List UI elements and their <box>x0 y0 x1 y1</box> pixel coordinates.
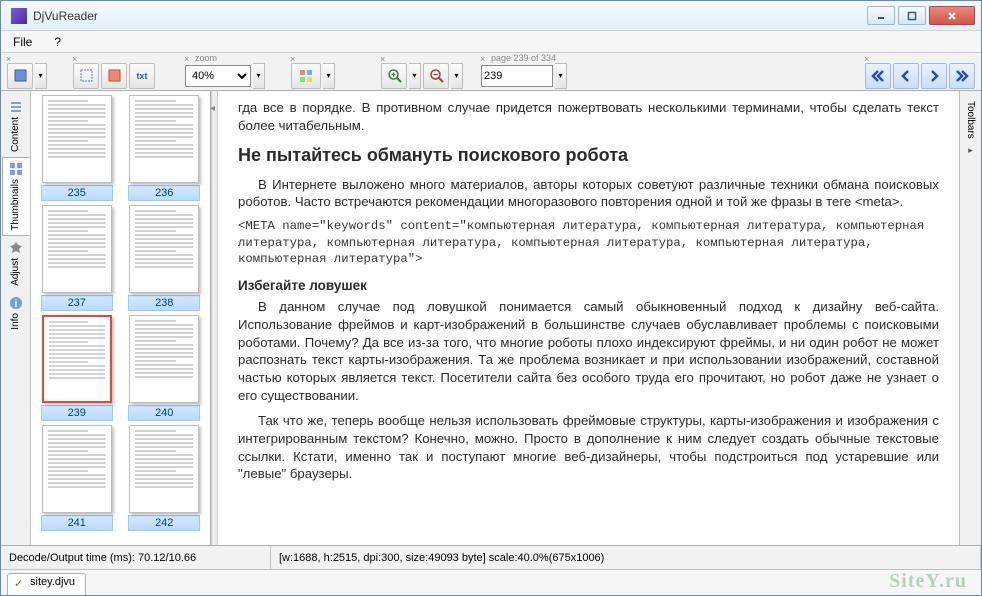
watermark: SiteY.ru <box>889 570 967 593</box>
heading-3: Избегайте ловушек <box>238 278 939 293</box>
page-of-label: page 239 of 334 <box>491 53 556 63</box>
thumbnail-page-image <box>42 315 112 403</box>
thumbnail-item[interactable]: 239 <box>35 315 119 421</box>
mode-toggle-button[interactable] <box>7 63 33 89</box>
thumbnail-page-image <box>42 95 112 183</box>
fragment-text: гда все в порядке. В противном случае пр… <box>238 99 939 135</box>
adjust-icon <box>9 241 23 255</box>
status-page-info: [w:1688, h:2515, dpi:300, size:49093 byt… <box>271 546 981 569</box>
thumbnail-page-number: 239 <box>41 405 113 421</box>
thumbnail-item[interactable]: 238 <box>123 205 207 311</box>
toolbars-arrow-icon: ▸ <box>968 145 973 156</box>
info-icon: i <box>9 296 23 310</box>
thumbnail-page-number: 237 <box>41 295 113 311</box>
page-dropdown[interactable]: ▾ <box>555 63 567 89</box>
document-view[interactable]: гда все в порядке. В противном случае пр… <box>218 91 959 545</box>
thumbnails-panel[interactable]: 235 236 237 238 239 240 241 242 <box>31 91 211 545</box>
menu-file[interactable]: File <box>7 33 38 51</box>
document-tab[interactable]: sitey.djvu <box>7 573 86 595</box>
thumbnail-page-number: 241 <box>41 515 113 531</box>
close-button[interactable] <box>929 6 975 25</box>
thumbnail-item[interactable]: 237 <box>35 205 119 311</box>
nav-first-button[interactable] <box>865 63 891 89</box>
thumbnail-page-image <box>129 425 199 513</box>
thumbnail-page-number: 242 <box>128 515 200 531</box>
thumbnail-page-number: 236 <box>128 185 200 201</box>
thumbnails-icon <box>9 162 23 176</box>
thumbnail-page-image <box>42 425 112 513</box>
zoom-label: zoom <box>195 53 217 63</box>
zoom-select[interactable]: 40% <box>185 65 251 87</box>
thumbnail-item[interactable]: 240 <box>123 315 207 421</box>
sidetab-content[interactable]: Content <box>2 95 30 157</box>
zoom-out-button[interactable] <box>423 63 449 89</box>
sidetab-adjust[interactable]: Adjust <box>2 236 30 291</box>
minimize-button[interactable] <box>867 6 895 25</box>
code-block: <META name="keywords" content="компьютер… <box>238 218 939 268</box>
thumbnail-item[interactable]: 241 <box>35 425 119 531</box>
layout-dropdown[interactable]: ▾ <box>323 63 335 89</box>
content-icon <box>9 100 23 114</box>
vertical-splitter[interactable] <box>211 91 218 545</box>
thumbnail-page-number: 240 <box>128 405 200 421</box>
toolbar: ▾ txt zoom 40% ▾ ▾ ▾ ▾ page 239 of 334 ▾ <box>1 53 981 91</box>
select-tool-button[interactable] <box>73 63 99 89</box>
thumbnail-item[interactable]: 236 <box>123 95 207 201</box>
page-content: гда все в порядке. В противном случае пр… <box>218 91 959 510</box>
document-tabs: sitey.djvu SiteY.ru <box>1 569 981 595</box>
thumbnail-page-number: 238 <box>128 295 200 311</box>
nav-prev-button[interactable] <box>893 63 919 89</box>
nav-last-button[interactable] <box>949 63 975 89</box>
status-bar: Decode/Output time (ms): 70.12/10.66 [w:… <box>1 545 981 569</box>
side-tabs: Content Thumbnails Adjust i Info <box>1 91 31 545</box>
sidetab-thumbnails[interactable]: Thumbnails <box>2 157 30 236</box>
window-title: DjVuReader <box>33 9 867 23</box>
zoom-in-button[interactable] <box>381 63 407 89</box>
status-decode-time: Decode/Output time (ms): 70.12/10.66 <box>1 546 271 569</box>
zoom-out-dropdown[interactable]: ▾ <box>451 63 463 89</box>
paragraph-2: В данном случае под ловушкой понимается … <box>238 298 939 405</box>
thumbnail-item[interactable]: 242 <box>123 425 207 531</box>
thumbnail-page-image <box>129 315 199 403</box>
text-select-button[interactable]: txt <box>129 63 155 89</box>
sidetab-info[interactable]: i Info <box>2 291 30 335</box>
thumbnail-page-image <box>42 205 112 293</box>
right-toolbars-strip[interactable]: Toolbars ▸ <box>959 91 981 545</box>
app-icon <box>11 8 27 24</box>
svg-text:i: i <box>14 299 17 310</box>
heading-2: Не пытайтесь обмануть поискового робота <box>238 145 939 166</box>
menu-help[interactable]: ? <box>48 33 67 51</box>
thumbnail-item[interactable]: 235 <box>35 95 119 201</box>
thumbnail-page-number: 235 <box>41 185 113 201</box>
nav-next-button[interactable] <box>921 63 947 89</box>
layout-button[interactable] <box>291 63 321 89</box>
zoom-in-dropdown[interactable]: ▾ <box>409 63 421 89</box>
titlebar: DjVuReader <box>1 1 981 31</box>
page-input[interactable] <box>481 65 553 87</box>
zoom-dropdown-arrow[interactable]: ▾ <box>253 63 265 89</box>
thumbnail-page-image <box>129 95 199 183</box>
maximize-button[interactable] <box>898 6 926 25</box>
paragraph-1: В Интернете выложено много материалов, а… <box>238 176 939 212</box>
menubar: File ? <box>1 31 981 53</box>
copy-image-button[interactable] <box>101 63 127 89</box>
mode-dropdown[interactable]: ▾ <box>35 63 47 89</box>
thumbnail-page-image <box>129 205 199 293</box>
paragraph-3: Так что же, теперь вообще нельзя использ… <box>238 412 939 483</box>
